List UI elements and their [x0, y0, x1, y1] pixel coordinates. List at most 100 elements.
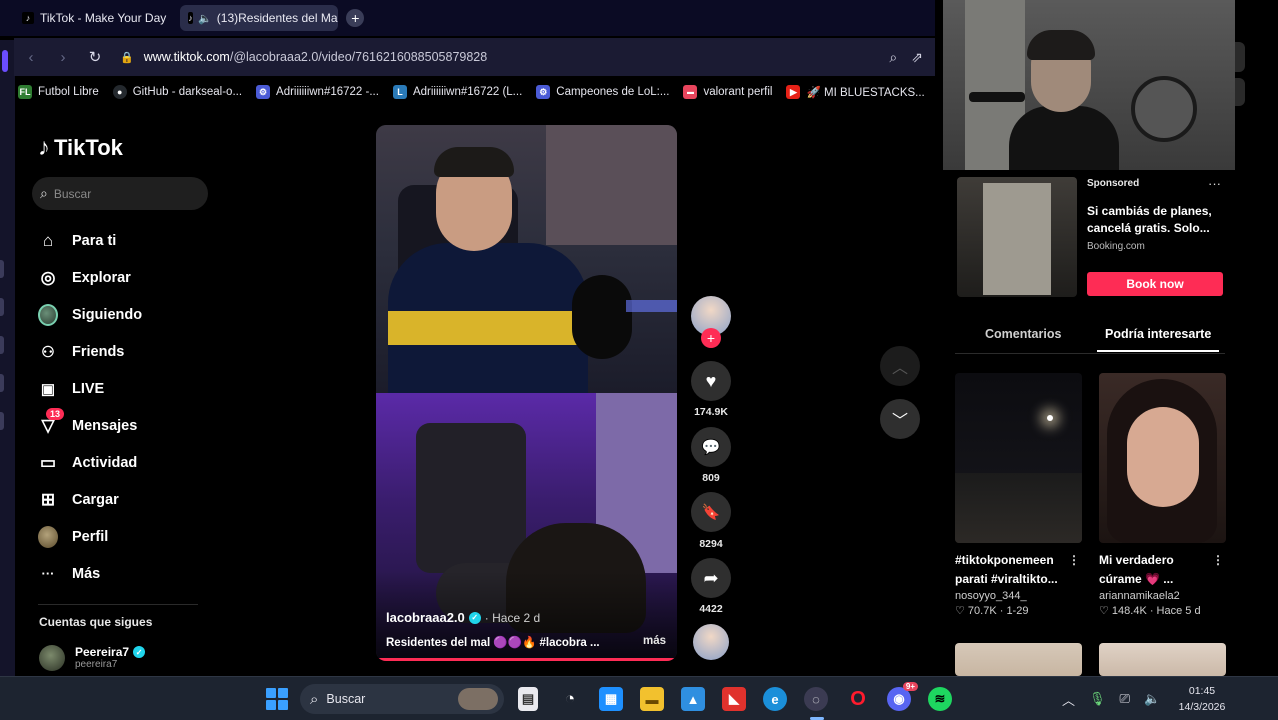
nav-item-friends[interactable]: ⚇ Friends	[38, 333, 218, 370]
bookmark-item[interactable]: ⚙ Adriiiiiiwn#16722 -...	[256, 85, 379, 99]
chevron-up-icon[interactable]: ︿	[880, 346, 920, 386]
recommended-video-card[interactable]: #tiktokponemeen parati #viraltikto... ⋮ n…	[955, 373, 1082, 617]
back-icon[interactable]: ‹	[24, 49, 38, 66]
reload-icon[interactable]: ↻	[88, 48, 102, 66]
tab-current-video[interactable]: ♪ 🔈 (13)Residentes del Ma	[180, 5, 339, 31]
clock-date: 14/3/2026	[1178, 701, 1226, 713]
more-link[interactable]: más	[643, 635, 666, 649]
video-username[interactable]: lacobraaa2.0	[386, 610, 465, 625]
search-page-icon[interactable]: ⌕	[889, 49, 897, 66]
opera-icon[interactable]: O	[846, 687, 870, 711]
bookmark-item[interactable]: ● GitHub - darkseal-o...	[112, 85, 242, 99]
nav-item-siguiendo[interactable]: Siguiendo	[38, 296, 218, 333]
nav-item-mensajes[interactable]: ▽ 13 Mensajes	[38, 407, 218, 444]
bookmark-item[interactable]: FL Futbol Libre	[18, 85, 99, 99]
video-thumbnail[interactable]	[1099, 373, 1226, 543]
notepad-icon[interactable]: ▤	[518, 687, 538, 711]
search-icon: ⌕	[40, 185, 48, 201]
tiktok-logo[interactable]: ♪ TikTok	[38, 134, 123, 162]
chevron-up-icon[interactable]: ︿	[1062, 690, 1075, 709]
photos-icon[interactable]: ▲	[681, 687, 705, 711]
side-strip-dot[interactable]	[0, 412, 4, 430]
video-progress-bar[interactable]	[376, 658, 677, 661]
tiktok-sidebar: ♪ TikTok ⌕ Buscar ⌂ Para ti ◎ Explorar Sig…	[22, 110, 222, 676]
nav-item-explorar[interactable]: ◎ Explorar	[38, 259, 218, 296]
nav-item-perfil[interactable]: Perfil	[38, 518, 218, 555]
system-clock[interactable]: 01:45 14/3/2026	[1172, 683, 1232, 715]
tab-tiktok-home[interactable]: ♪ TikTok - Make Your Day	[14, 5, 174, 31]
recommended-video-card[interactable]	[1099, 643, 1226, 676]
more-options-icon[interactable]: ···	[1208, 176, 1221, 191]
nav-item-mas[interactable]: ··· Más	[38, 555, 218, 592]
card-author[interactable]: nosoyyo_344_	[955, 590, 1082, 602]
microphone-icon[interactable]: 🎙	[1089, 691, 1106, 707]
side-strip-dot[interactable]	[0, 298, 4, 316]
amd-icon[interactable]: ◣	[722, 687, 746, 711]
taskbar-search-input[interactable]: ⌕ Buscar	[300, 684, 504, 714]
video-actions: + ♥ 174.9K 💬 809 🔖 8294 ➦ 4422	[688, 296, 734, 666]
bookmark-icon[interactable]: 🔖	[691, 492, 731, 532]
volume-icon[interactable]: 🔈	[1144, 691, 1160, 707]
url-field[interactable]: 🔒 www.tiktok.com/@lacobraaa2.0/video/761…	[120, 50, 871, 64]
following-account[interactable]: Peereira7 ✓ peereira7	[39, 645, 146, 671]
share-page-icon[interactable]: ⇗	[911, 49, 923, 66]
side-strip-dot[interactable]	[0, 260, 4, 278]
file-explorer-icon[interactable]: ▬	[640, 687, 664, 711]
nav-label: Mensajes	[72, 417, 138, 434]
comment-icon[interactable]: 💬	[691, 427, 731, 467]
video-player[interactable]: lacobraaa2.0 ✓ · Hace 2 d Residentes del…	[376, 125, 677, 661]
recommended-video-card[interactable]	[955, 643, 1082, 676]
logo-text: TikTok	[54, 135, 123, 160]
sponsor-title[interactable]: Si cambiás de planes, cancelá gratis. So…	[1087, 203, 1227, 237]
bookmark-item[interactable]: ⚙ Campeones de LoL:...	[536, 85, 669, 99]
search-input[interactable]: ⌕ Buscar	[32, 177, 208, 210]
kebab-menu-icon[interactable]: ⋮	[1068, 551, 1080, 570]
network-icon[interactable]: ⎚	[1120, 691, 1130, 707]
sponsor-thumbnail[interactable]	[957, 177, 1077, 297]
plus-icon[interactable]: +	[346, 9, 365, 27]
speaker-icon[interactable]: 🔈	[198, 12, 212, 25]
forward-icon[interactable]: ›	[56, 49, 70, 66]
nav-item-para-ti[interactable]: ⌂ Para ti	[38, 222, 218, 259]
tab-label: (13)Residentes del Ma	[216, 11, 338, 25]
opera-gx-icon[interactable]: ◌	[804, 687, 828, 711]
book-now-button[interactable]: Book now	[1087, 272, 1223, 296]
bookmark-item[interactable]: L Adriiiiiiwn#16722 (L...	[392, 85, 522, 99]
bookmark-item[interactable]: ▬ valorant perfil	[683, 85, 772, 99]
like-count: 174.9K	[694, 406, 728, 418]
search-icon: ⌕	[310, 690, 319, 708]
nav-item-cargar[interactable]: ⊞ Cargar	[38, 481, 218, 518]
nav-label: Explorar	[72, 269, 131, 286]
store-icon[interactable]: ▦	[599, 687, 623, 711]
tab-podria-interesarte[interactable]: Podría interesarte	[1105, 327, 1211, 341]
nav-item-actividad[interactable]: ▭ Actividad	[38, 444, 218, 481]
following-name: Peereira7	[75, 645, 130, 659]
nav-label: Friends	[72, 343, 125, 360]
url-path: /@lacobraaa2.0/video/7616216088505879828	[229, 50, 488, 64]
follow-plus-icon[interactable]: +	[701, 328, 721, 348]
edge-icon[interactable]: e	[763, 687, 787, 711]
music-disc-avatar[interactable]	[693, 624, 729, 660]
side-strip-dot[interactable]	[0, 374, 4, 392]
video-thumbnail[interactable]	[955, 643, 1082, 676]
windows-start-icon[interactable]	[266, 688, 288, 710]
nav-item-live[interactable]: ▣ LIVE	[38, 370, 218, 407]
comment-count: 809	[702, 472, 720, 484]
bookmark-item[interactable]: ▶ 🚀 MI BLUESTACKS...	[786, 85, 925, 99]
like-heart-icon[interactable]: ♥	[691, 361, 731, 401]
spotify-icon[interactable]: ≋	[928, 687, 952, 711]
clock-app-icon[interactable]: ◔	[558, 687, 582, 711]
share-arrow-icon[interactable]: ➦	[691, 558, 731, 598]
video-thumbnail[interactable]	[955, 373, 1082, 543]
chevron-down-icon[interactable]: ﹀	[880, 399, 920, 439]
bookmark-favicon-icon: L	[392, 85, 407, 99]
recommended-video-card[interactable]: Mi verdadero cúrame 💗 ... ⋮ ariannamikael…	[1099, 373, 1226, 617]
verified-icon: ✓	[468, 611, 481, 624]
card-author[interactable]: ariannamikaela2	[1099, 590, 1226, 602]
discord-icon[interactable]: ◉ 9+	[887, 682, 918, 711]
tab-comentarios[interactable]: Comentarios	[985, 327, 1061, 341]
kebab-menu-icon[interactable]: ⋮	[1212, 551, 1224, 570]
video-thumbnail[interactable]	[1099, 643, 1226, 676]
live-tv-icon: ▣	[40, 380, 56, 398]
side-strip-dot[interactable]	[0, 336, 4, 354]
